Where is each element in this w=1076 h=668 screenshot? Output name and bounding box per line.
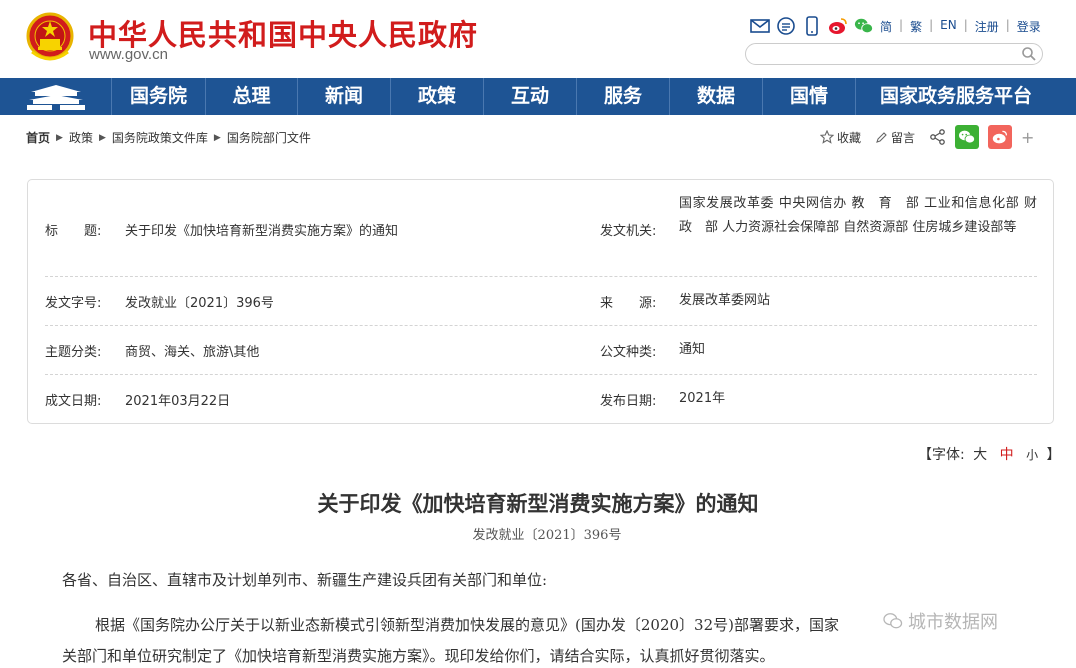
topic-value: 商贸、海关、旅游\其他 (125, 345, 260, 360)
nav-item-services[interactable]: 服务 (577, 78, 670, 115)
breadcrumb-home[interactable]: 首页 (26, 129, 50, 146)
search-box (745, 43, 1043, 65)
doc-no-label: 发文字号: (45, 296, 102, 311)
breadcrumb: 首页 ▶ 政策 ▶ 国务院政策文件库 ▶ 国务院部门文件 (26, 129, 311, 146)
title-label: 标 题: (45, 224, 102, 239)
nav-item-interaction[interactable]: 互动 (484, 78, 577, 115)
font-size-large[interactable]: 大 (973, 447, 987, 463)
document-info-box: 标 题: 关于印发《加快培育新型消费实施方案》的通知 发文机关: 国家发展改革委… (27, 179, 1054, 424)
source-value: 发展改革委网站 (679, 293, 771, 308)
info-row-topic: 主题分类: 商贸、海关、旅游\其他 公文种类: 通知 (45, 326, 1037, 375)
watermark: 城市数据网 (882, 608, 998, 634)
font-size-prefix: 【字体: (918, 447, 965, 463)
weibo-icon[interactable] (828, 16, 848, 36)
source-label: 来 源: (600, 296, 657, 311)
favorite-label: 收藏 (837, 130, 862, 145)
article-title: 关于印发《加快培育新型消费实施方案》的通知 (317, 491, 759, 516)
info-row-title: 标 题: 关于印发《加快培育新型消费实施方案》的通知 发文机关: 国家发展改革委… (45, 190, 1051, 277)
tiananmen-icon (26, 84, 85, 110)
simplified-link[interactable]: 简 (880, 18, 892, 35)
more-share-button[interactable]: + (1021, 128, 1034, 147)
title-value: 关于印发《加快培育新型消费实施方案》的通知 (125, 224, 399, 239)
font-size-control: 【字体: 大 中 小 】 (918, 444, 1061, 464)
doc-type-value: 通知 (679, 342, 706, 357)
site-header: 中华人民共和国中央人民政府 www.gov.cn 简 | 繁 | EN | 注册 | 登… (0, 0, 1076, 78)
share-wechat-button[interactable] (955, 125, 980, 149)
font-size-suffix: 】 (1046, 447, 1061, 463)
breadcrumb-policy[interactable]: 政策 (69, 129, 93, 146)
site-url[interactable]: www.gov.cn (89, 46, 168, 63)
nav-item-policy[interactable]: 政策 (391, 78, 484, 115)
font-size-small[interactable]: 小 (1026, 448, 1038, 462)
doc-type-label: 公文种类: (600, 345, 657, 360)
rss-icon[interactable] (776, 16, 796, 36)
breadcrumb-arrow-icon: ▶ (56, 132, 63, 143)
comment-label: 留言 (891, 130, 916, 145)
breadcrumb-department-docs[interactable]: 国务院部门文件 (227, 129, 311, 146)
publish-date-label: 发布日期: (600, 394, 657, 409)
nav-item-state-council[interactable]: 国务院 (112, 78, 206, 115)
font-size-medium[interactable]: 中 (1000, 447, 1014, 463)
search-input[interactable] (756, 46, 1016, 64)
nav-item-data[interactable]: 数据 (670, 78, 763, 115)
nav-item-news[interactable]: 新闻 (298, 78, 391, 115)
nav-item-national-info[interactable]: 国情 (763, 78, 856, 115)
breadcrumb-arrow-icon: ▶ (98, 132, 106, 143)
issuer-value: 国家发展改革委 中央网信办 教 育 部 工业和信息化部 财 政 部 人力资源社会… (679, 196, 1051, 235)
login-link[interactable]: 登录 (1017, 18, 1041, 35)
publish-date-value: 2021年 (679, 391, 726, 406)
main-nav: 国务院 总理 新闻 政策 互动 服务 数据 国情 国家政务服务平台 (0, 78, 1076, 115)
breadcrumb-policy-library[interactable]: 国务院政策文件库 (112, 129, 208, 146)
favorite-button[interactable]: 收藏 (820, 129, 861, 146)
issuer-label: 发文机关: (600, 224, 657, 239)
article-paragraph-line: 关部门和单位研究制定了《加快培育新型消费实施方案》。现印发给你们，请结合实际，认… (62, 647, 775, 665)
share-icon[interactable] (929, 128, 947, 146)
nav-item-service-platform[interactable]: 国家政务服务平台 (856, 78, 1056, 115)
search-icon[interactable] (1021, 46, 1037, 62)
register-link[interactable]: 注册 (975, 18, 999, 35)
breadcrumb-arrow-icon: ▶ (213, 132, 221, 143)
star-icon (820, 130, 834, 144)
info-row-dates: 成文日期: 2021年03月22日 发布日期: 2021年 (45, 375, 1037, 420)
mobile-icon[interactable] (802, 16, 822, 36)
pen-icon (876, 131, 887, 143)
wechat-icon (959, 130, 976, 144)
nav-home[interactable] (0, 78, 112, 115)
national-emblem-icon (26, 12, 74, 61)
weibo-icon (992, 130, 1008, 144)
top-icons (750, 16, 874, 36)
comment-button[interactable]: 留言 (875, 129, 915, 146)
topic-label: 主题分类: (45, 345, 102, 360)
article-salutation: 各省、自治区、直辖市及计划单列市、新疆生产建设兵团有关部门和单位: (62, 571, 548, 589)
traditional-link[interactable]: 繁 (910, 18, 922, 35)
share-bar: 收藏 留言 + (820, 124, 1034, 150)
wechat-icon[interactable] (854, 16, 874, 36)
article-paragraph-line: 根据《国务院办公厅关于以新业态新模式引领新型消费加快发展的意见》(国办发〔202… (95, 616, 839, 634)
mail-icon[interactable] (750, 16, 770, 36)
written-date-value: 2021年03月22日 (125, 394, 231, 409)
doc-no-value: 发改就业〔2021〕396号 (125, 296, 274, 311)
nav-item-premier[interactable]: 总理 (206, 78, 298, 115)
share-weibo-button[interactable] (988, 125, 1013, 149)
article-doc-number: 发改就业〔2021〕396号 (472, 528, 622, 543)
written-date-label: 成文日期: (45, 394, 102, 409)
wechat-icon (883, 613, 903, 629)
top-links: 简 | 繁 | EN | 注册 | 登录 (880, 18, 1041, 35)
english-link[interactable]: EN (940, 18, 957, 35)
info-row-doc-no: 发文字号: 发改就业〔2021〕396号 来 源: 发展改革委网站 (45, 277, 1037, 326)
watermark-text: 城市数据网 (908, 612, 998, 633)
